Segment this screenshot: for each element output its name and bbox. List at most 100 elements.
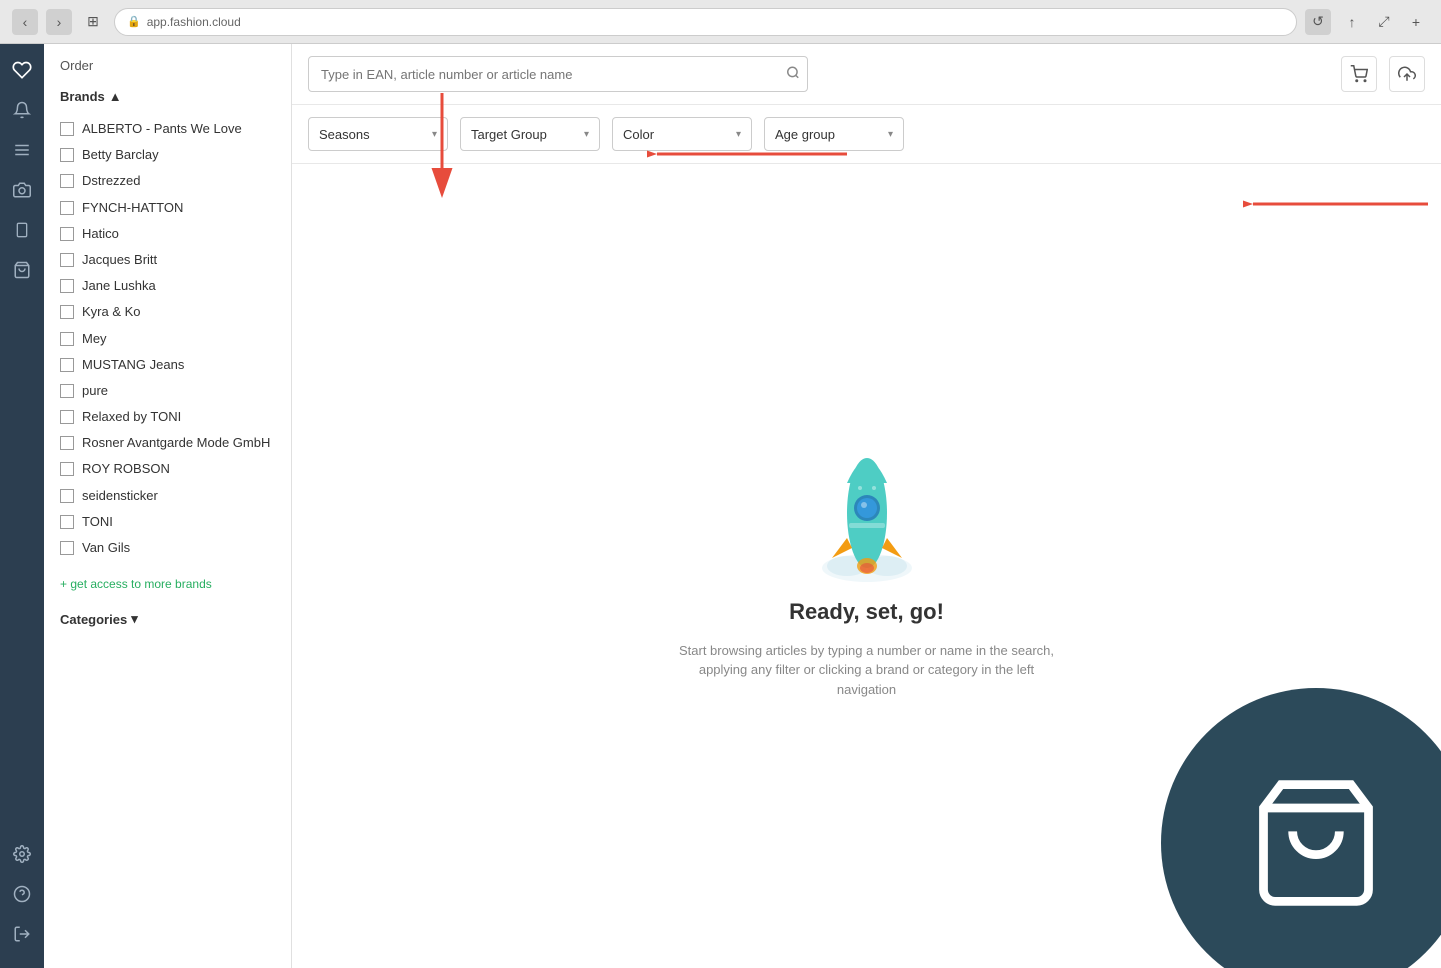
brand-label-5: Jacques Britt <box>82 251 275 269</box>
brand-list-item[interactable]: Betty Barclay <box>44 142 291 168</box>
color-dropdown[interactable]: Color ▾ <box>612 117 752 151</box>
seasons-select[interactable]: Seasons <box>319 127 426 142</box>
search-icon-btn[interactable] <box>786 66 800 83</box>
browser-new-tab-btn[interactable]: + <box>1403 9 1429 35</box>
brand-label-16: Van Gils <box>82 539 275 557</box>
lock-icon: 🔒 <box>127 15 141 28</box>
brand-list-item[interactable]: TONI <box>44 509 291 535</box>
sidebar-help-icon-btn[interactable] <box>4 876 40 912</box>
browser-reload-btn[interactable]: ↺ <box>1305 9 1331 35</box>
content-area: Ready, set, go! Start browsing articles … <box>292 164 1441 968</box>
brand-list-item[interactable]: Jane Lushka <box>44 273 291 299</box>
categories-label: Categories <box>60 612 127 627</box>
brand-label-12: Rosner Avantgarde Mode GmbH <box>82 434 275 452</box>
brand-list-item[interactable]: Rosner Avantgarde Mode GmbH <box>44 430 291 456</box>
brand-list-item[interactable]: Dstrezzed <box>44 168 291 194</box>
brand-list-item[interactable]: ROY ROBSON <box>44 456 291 482</box>
brand-list-item[interactable]: Mey <box>44 326 291 352</box>
brand-label-11: Relaxed by TONI <box>82 408 275 426</box>
brand-list-item[interactable]: ALBERTO - Pants We Love <box>44 116 291 142</box>
search-container <box>308 56 808 92</box>
brand-list-item[interactable]: Relaxed by TONI <box>44 404 291 430</box>
order-header: Order <box>44 44 291 81</box>
address-bar: 🔒 app.fashion.cloud <box>114 8 1297 36</box>
brand-label-0: ALBERTO - Pants We Love <box>82 120 275 138</box>
brand-checkbox-9[interactable] <box>60 358 74 372</box>
sidebar-bag-icon-btn[interactable] <box>4 252 40 288</box>
brand-list-item[interactable]: MUSTANG Jeans <box>44 352 291 378</box>
age-group-dropdown-arrow: ▾ <box>888 129 893 140</box>
brand-checkbox-4[interactable] <box>60 227 74 241</box>
brand-label-7: Kyra & Ko <box>82 303 275 321</box>
brand-label-14: seidensticker <box>82 487 275 505</box>
sidebar-camera-icon-btn[interactable] <box>4 172 40 208</box>
sidebar-bell-icon-btn[interactable] <box>4 92 40 128</box>
sidebar-logout-icon-btn[interactable] <box>4 916 40 952</box>
rocket-illustration <box>802 433 932 583</box>
brand-list-item[interactable]: pure <box>44 378 291 404</box>
brand-list-item[interactable]: Van Gils <box>44 535 291 561</box>
target-group-dropdown[interactable]: Target Group ▾ <box>460 117 600 151</box>
color-select[interactable]: Color <box>623 127 730 142</box>
brands-list: ALBERTO - Pants We Love Betty Barclay Ds… <box>44 112 291 565</box>
main-content: Seasons ▾ Target Group ▾ Color ▾ <box>292 44 1441 968</box>
target-group-dropdown-arrow: ▾ <box>584 129 589 140</box>
target-group-select[interactable]: Target Group <box>471 127 578 142</box>
brand-checkbox-7[interactable] <box>60 305 74 319</box>
age-group-dropdown[interactable]: Age group ▾ <box>764 117 904 151</box>
brand-list-item[interactable]: FYNCH-HATTON <box>44 195 291 221</box>
sidebar-settings-icon-btn[interactable] <box>4 836 40 872</box>
upload-btn[interactable] <box>1389 56 1425 92</box>
brand-label-1: Betty Barclay <box>82 146 275 164</box>
brand-checkbox-1[interactable] <box>60 148 74 162</box>
brand-list-item[interactable]: Jacques Britt <box>44 247 291 273</box>
brand-label-3: FYNCH-HATTON <box>82 199 275 217</box>
brand-list-item[interactable]: Hatico <box>44 221 291 247</box>
brand-checkbox-3[interactable] <box>60 201 74 215</box>
brand-label-10: pure <box>82 382 275 400</box>
brand-list-item[interactable]: Kyra & Ko <box>44 299 291 325</box>
age-group-select[interactable]: Age group <box>775 127 882 142</box>
main-toolbar <box>292 44 1441 105</box>
brands-section-header[interactable]: Brands ▲ <box>44 81 291 112</box>
brand-list-item[interactable]: seidensticker <box>44 483 291 509</box>
cart-btn[interactable] <box>1341 56 1377 92</box>
icon-sidebar <box>0 44 44 968</box>
brand-checkbox-5[interactable] <box>60 253 74 267</box>
brand-label-9: MUSTANG Jeans <box>82 356 275 374</box>
sidebar-hanger-icon-btn[interactable] <box>4 52 40 88</box>
brand-label-13: ROY ROBSON <box>82 460 275 478</box>
sidebar-menu-icon-btn[interactable] <box>4 132 40 168</box>
brand-label-4: Hatico <box>82 225 275 243</box>
ready-title: Ready, set, go! <box>789 599 944 625</box>
brand-checkbox-10[interactable] <box>60 384 74 398</box>
brand-label-6: Jane Lushka <box>82 277 275 295</box>
brand-checkbox-11[interactable] <box>60 410 74 424</box>
brand-checkbox-0[interactable] <box>60 122 74 136</box>
brand-checkbox-2[interactable] <box>60 174 74 188</box>
ready-subtitle: Start browsing articles by typing a numb… <box>677 641 1057 700</box>
url-text: app.fashion.cloud <box>147 15 241 29</box>
seasons-dropdown[interactable]: Seasons ▾ <box>308 117 448 151</box>
brand-checkbox-6[interactable] <box>60 279 74 293</box>
brand-checkbox-14[interactable] <box>60 489 74 503</box>
brand-label-2: Dstrezzed <box>82 172 275 190</box>
browser-forward-btn[interactable]: › <box>46 9 72 35</box>
brand-label-15: TONI <box>82 513 275 531</box>
brands-collapse-icon: ▲ <box>109 89 122 104</box>
browser-fullscreen-btn[interactable]: ⤢ <box>1371 9 1397 35</box>
get-access-link[interactable]: + get access to more brands <box>44 565 291 603</box>
browser-share-btn[interactable]: ↑ <box>1339 9 1365 35</box>
search-input[interactable] <box>308 56 808 92</box>
brands-sidebar: Order Brands ▲ ALBERTO - Pants We Love B… <box>44 44 292 968</box>
color-dropdown-arrow: ▾ <box>736 129 741 140</box>
categories-section-header[interactable]: Categories ▾ <box>44 603 291 635</box>
browser-tab-grid-btn[interactable]: ⊞ <box>80 9 106 35</box>
sidebar-mobile-icon-btn[interactable] <box>4 212 40 248</box>
brand-checkbox-16[interactable] <box>60 541 74 555</box>
brand-checkbox-15[interactable] <box>60 515 74 529</box>
brand-checkbox-13[interactable] <box>60 462 74 476</box>
brand-checkbox-12[interactable] <box>60 436 74 450</box>
brand-checkbox-8[interactable] <box>60 332 74 346</box>
browser-back-btn[interactable]: ‹ <box>12 9 38 35</box>
